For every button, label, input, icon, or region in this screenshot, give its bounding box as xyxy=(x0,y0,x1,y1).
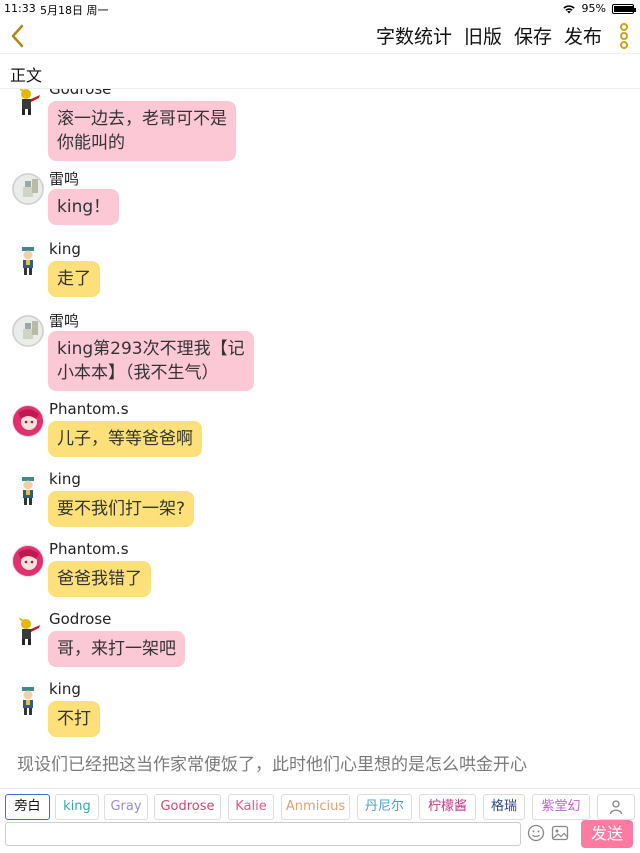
character-selector: 旁白 king Gray Godrose Kalie Anmicius 丹尼尔 柠檬酱 格瑞 紫堂… xyxy=(0,788,640,822)
sender-name: Godrose xyxy=(49,610,112,628)
save-button[interactable]: 保存 xyxy=(514,22,552,49)
message-text: 哥，来打一架吧 xyxy=(57,639,176,659)
character-tab[interactable]: 紫堂幻 xyxy=(532,794,590,820)
chevron-left-icon xyxy=(11,24,24,48)
status-right: 95% xyxy=(562,2,636,15)
phantom-icon[interactable] xyxy=(12,405,44,437)
godrose-icon[interactable] xyxy=(12,89,44,117)
message-bubble[interactable]: 走了 xyxy=(48,261,100,297)
character-tab[interactable]: 丹尼尔 xyxy=(357,794,412,820)
sender-name: Phantom.s xyxy=(49,400,129,418)
phantom-icon[interactable] xyxy=(12,545,44,577)
message-text: 儿子，等等爸爸啊 xyxy=(57,429,193,449)
add-character-button[interactable] xyxy=(597,794,635,820)
image-icon[interactable] xyxy=(551,824,569,842)
message-bubble[interactable]: 儿子，等等爸爸啊 xyxy=(48,421,202,457)
message-input[interactable] xyxy=(5,822,521,846)
message-text: 小本本】（我不生气） xyxy=(57,363,219,383)
message-text: 爸爸我错了 xyxy=(57,569,142,589)
sender-name: 雷鸣 xyxy=(49,170,80,188)
godrose-icon[interactable] xyxy=(12,615,44,647)
section-label: 正文 xyxy=(10,66,43,85)
sender-name: Phantom.s xyxy=(49,540,129,558)
sender-name: Godrose xyxy=(49,89,112,98)
person-icon xyxy=(609,800,623,815)
character-tab[interactable]: Godrose xyxy=(154,794,221,820)
leiming-icon[interactable] xyxy=(12,315,44,347)
king-icon[interactable] xyxy=(12,685,44,717)
message-text: 要不我们打一架? xyxy=(57,499,186,519)
character-tab[interactable]: Kalie xyxy=(228,794,274,820)
leiming-icon[interactable] xyxy=(12,173,44,205)
character-tab[interactable]: king xyxy=(55,794,99,820)
message-bubble[interactable]: 哥，来打一架吧 xyxy=(48,631,185,667)
message-bubble[interactable]: 滚一边去，老哥可不是 你能叫的 xyxy=(48,101,236,161)
more-options-icon[interactable] xyxy=(618,23,630,49)
king-icon[interactable] xyxy=(12,245,44,277)
sender-name: king xyxy=(49,470,81,488)
character-tab[interactable]: 格瑞 xyxy=(483,794,525,820)
nav-bar: 字数统计 旧版 保存 发布 xyxy=(0,18,640,54)
message-text: 你能叫的 xyxy=(57,133,125,153)
character-tab[interactable]: 柠檬酱 xyxy=(419,794,476,820)
status-time: 11:33 xyxy=(4,2,36,15)
chat-list: Godrose 滚一边去，老哥可不是 你能叫的 雷鸣 king！ king 走了 雷鸣 king… xyxy=(0,89,640,739)
message-text: 不打 xyxy=(57,709,91,729)
status-bar: 11:33 5月18日 周一 95% xyxy=(0,0,640,18)
back-button[interactable] xyxy=(6,22,30,50)
narration-text: 现设们已经把这当作家常便饭了，此时他们心里想的是怎么哄金开心 xyxy=(17,755,527,775)
send-button[interactable]: 发送 xyxy=(581,820,633,848)
message-text: king第293次不理我【记 xyxy=(57,339,245,359)
message-text: 走了 xyxy=(57,269,91,289)
publish-button[interactable]: 发布 xyxy=(564,22,602,49)
wifi-icon xyxy=(562,4,575,13)
message-bubble[interactable]: 不打 xyxy=(48,701,100,737)
word-count-button[interactable]: 字数统计 xyxy=(376,22,452,49)
king-icon[interactable] xyxy=(12,475,44,507)
emoji-icon[interactable] xyxy=(527,824,545,842)
message-bubble[interactable]: 爸爸我错了 xyxy=(48,561,151,597)
composer: 发送 xyxy=(0,820,640,853)
character-tab[interactable]: 旁白 xyxy=(5,794,50,820)
message-text: 滚一边去，老哥可不是 xyxy=(57,109,227,129)
character-tab[interactable]: Gray xyxy=(104,794,148,820)
sender-name: 雷鸣 xyxy=(49,312,80,330)
old-version-button[interactable]: 旧版 xyxy=(464,22,502,49)
message-bubble[interactable]: 要不我们打一架? xyxy=(48,491,195,527)
battery-icon xyxy=(612,3,636,14)
message-bubble[interactable]: king第293次不理我【记 小本本】（我不生气） xyxy=(48,331,254,391)
sender-name: king xyxy=(49,240,81,258)
message-text: king！ xyxy=(57,197,111,217)
character-tab[interactable]: Anmicius xyxy=(281,794,350,820)
sender-name: king xyxy=(49,680,81,698)
status-date: 5月18日 周一 xyxy=(40,4,109,17)
battery-percent: 95% xyxy=(581,2,606,15)
message-bubble[interactable]: king！ xyxy=(48,189,120,225)
nav-actions: 字数统计 旧版 保存 发布 xyxy=(376,22,602,49)
